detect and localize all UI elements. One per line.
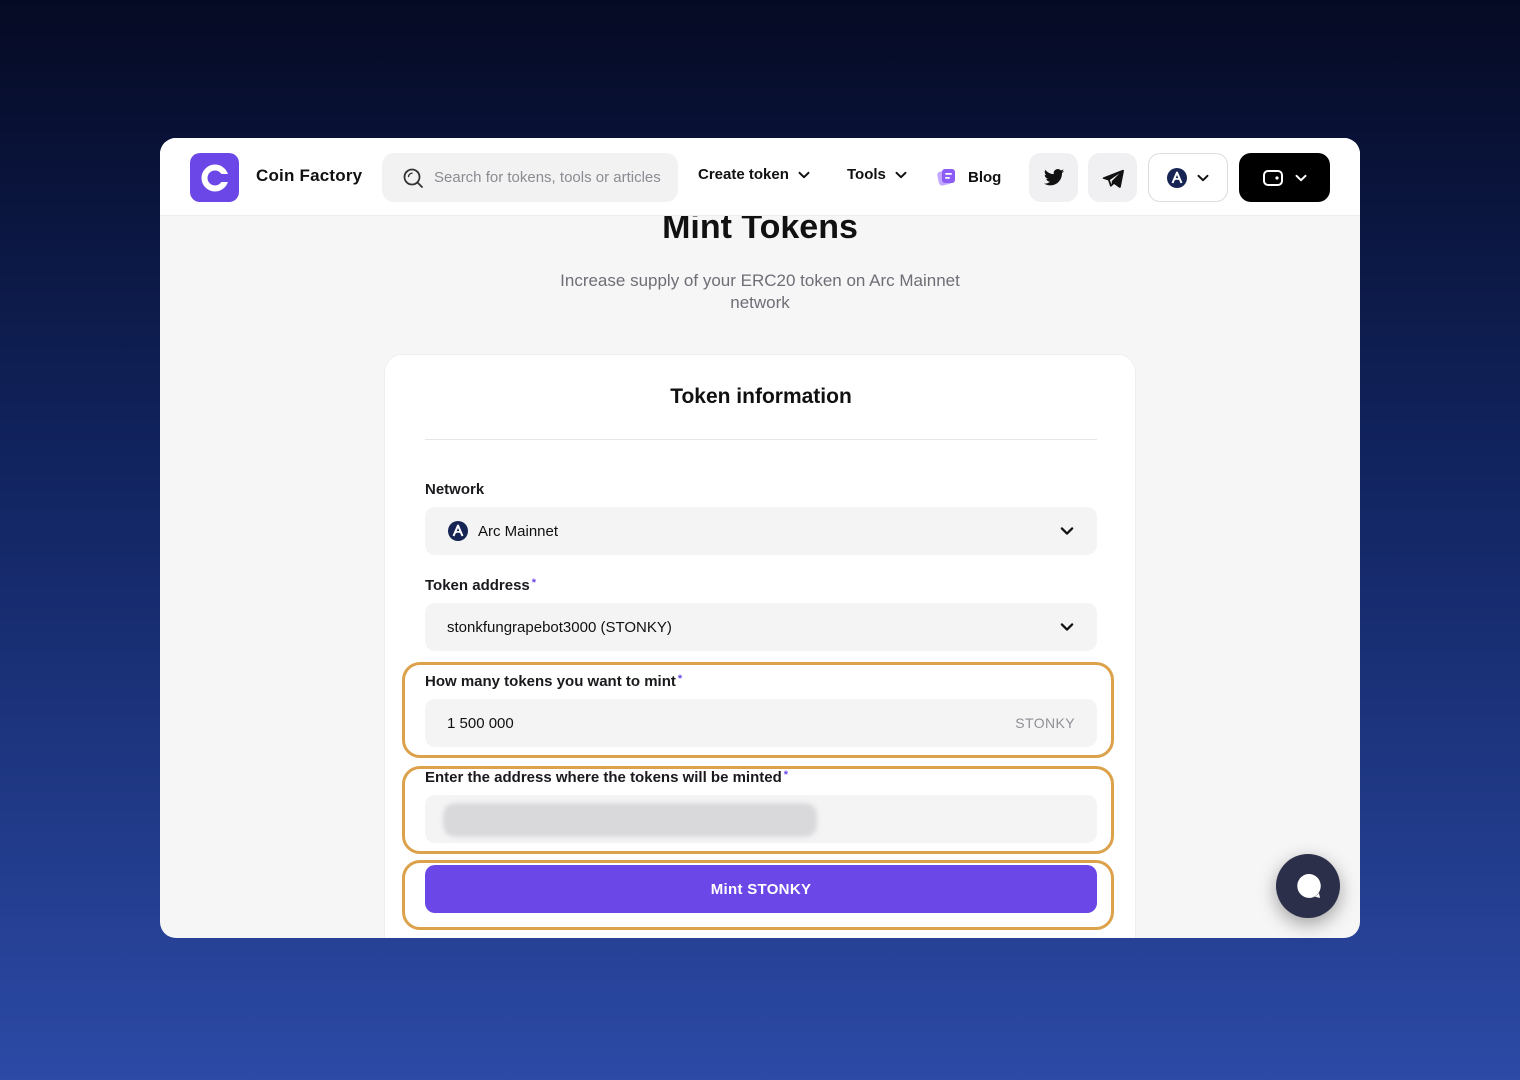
token-information-card: Token information Network Arc Mainnet To…	[384, 354, 1136, 938]
nav-create-token[interactable]: Create token	[698, 166, 811, 183]
logo-c-icon	[201, 164, 230, 191]
network-select[interactable]: Arc Mainnet	[425, 507, 1097, 555]
recipient-address-label: Enter the address where the tokens will …	[425, 769, 788, 786]
blog-icon	[937, 169, 955, 186]
token-address-label-text: Token address	[425, 577, 530, 594]
arc-network-icon	[1167, 167, 1187, 188]
chevron-down-icon	[1295, 174, 1306, 181]
telegram-button[interactable]	[1088, 153, 1137, 202]
token-address-select[interactable]: stonkfungrapebot3000 (STONKY)	[425, 603, 1097, 651]
search-icon	[403, 168, 423, 188]
search-input[interactable]	[434, 169, 674, 186]
top-navigation-bar: Coin Factory Create token Tools	[160, 138, 1360, 216]
nav-create-token-label: Create token	[698, 166, 789, 183]
required-marker: *	[677, 673, 683, 685]
coin-factory-logo[interactable]	[190, 153, 239, 202]
token-symbol-suffix: STONKY	[1015, 715, 1075, 731]
mint-amount-input[interactable]: 1 500 000 STONKY	[425, 699, 1097, 747]
divider	[425, 439, 1097, 440]
required-marker: *	[531, 577, 537, 589]
required-marker: *	[783, 769, 789, 781]
twitter-icon	[1043, 168, 1064, 185]
token-address-value: stonkfungrapebot3000 (STONKY)	[447, 618, 672, 636]
network-label: Network	[425, 481, 484, 498]
search-box[interactable]	[382, 153, 678, 202]
telegram-icon	[1102, 169, 1124, 188]
recipient-address-input[interactable]	[425, 795, 1097, 843]
redacted-address	[443, 803, 817, 837]
chat-support-button[interactable]	[1276, 854, 1340, 918]
card-title: Token information	[670, 385, 852, 408]
chat-bubble-icon	[1297, 873, 1321, 898]
twitter-button[interactable]	[1029, 153, 1078, 202]
mint-amount-label: How many tokens you want to mint *	[425, 673, 682, 690]
arc-network-icon	[448, 521, 468, 541]
nav-blog[interactable]: Blog	[936, 166, 1001, 188]
wallet-button[interactable]	[1239, 153, 1330, 202]
chevron-down-icon	[1060, 623, 1074, 631]
mint-button[interactable]: Mint STONKY	[425, 865, 1097, 913]
chevron-down-icon	[798, 171, 810, 178]
chevron-down-icon	[1060, 527, 1074, 535]
network-select-value: Arc Mainnet	[478, 522, 559, 540]
chevron-down-icon	[1197, 174, 1209, 181]
page-subtitle: Increase supply of your ERC20 token on A…	[560, 271, 960, 312]
mint-amount-value: 1 500 000	[447, 714, 514, 732]
nav-tools[interactable]: Tools	[847, 166, 908, 183]
mint-amount-label-text: How many tokens you want to mint	[425, 673, 676, 690]
nav-tools-label: Tools	[847, 166, 886, 183]
chevron-down-icon	[895, 171, 907, 178]
token-address-label: Token address *	[425, 577, 536, 594]
nav-blog-label: Blog	[968, 168, 1002, 186]
network-selector-button[interactable]	[1148, 153, 1228, 202]
brand-name[interactable]: Coin Factory	[256, 166, 362, 186]
app-window: Coin Factory Create token Tools	[160, 138, 1360, 938]
network-label-text: Network	[425, 481, 485, 498]
wallet-icon	[1262, 169, 1283, 186]
recipient-address-label-text: Enter the address where the tokens will …	[425, 769, 782, 786]
